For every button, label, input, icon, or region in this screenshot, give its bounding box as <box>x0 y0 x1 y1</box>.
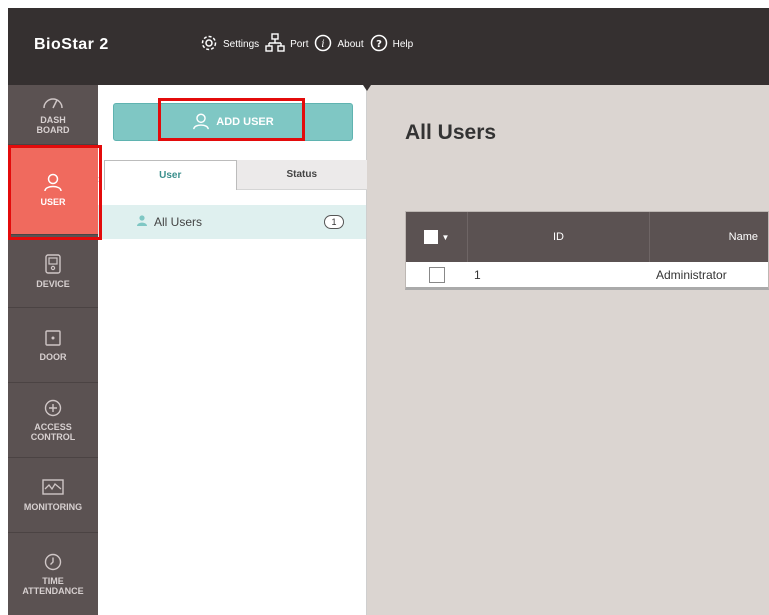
table-header: ▼ ID Name <box>406 212 768 262</box>
top-nav: Settings Port i About ? Help <box>200 33 419 56</box>
help-label: Help <box>392 39 414 50</box>
monitoring-icon <box>42 478 64 502</box>
info-icon: i <box>314 34 337 55</box>
tab-status[interactable]: Status <box>236 160 367 190</box>
nav-item-device[interactable]: DEVICE <box>8 235 98 308</box>
device-icon <box>45 253 61 279</box>
row-checkbox[interactable] <box>429 266 445 283</box>
select-dropdown-icon[interactable]: ▼ <box>442 233 450 242</box>
svg-text:i: i <box>322 39 325 50</box>
top-bar: BioStar 2 Settings Port i About ? Help <box>8 8 769 85</box>
select-all-header: ▼ <box>406 212 468 262</box>
help-link[interactable]: ? Help <box>370 34 414 55</box>
column-header-id[interactable]: ID <box>468 212 650 262</box>
tab-user[interactable]: User <box>104 160 237 190</box>
nav-label-door: DOOR <box>39 351 67 362</box>
nav-label-monitoring: MONITORING <box>23 501 83 512</box>
panel-notch <box>363 85 371 91</box>
help-icon: ? <box>370 34 393 55</box>
user-count-badge: 1 <box>324 215 344 229</box>
nav-label-dashboard: DASH BOARD <box>36 115 70 135</box>
user-panel: ADD USER › User Status All Users 1 <box>98 85 367 615</box>
nav-label-time-attendance: TIME ATTENDANCE <box>22 575 84 596</box>
settings-label: Settings <box>223 39 260 50</box>
about-link[interactable]: i About <box>314 34 364 55</box>
page-title: All Users <box>405 121 497 144</box>
nav-item-monitoring[interactable]: MONITORING <box>8 458 98 533</box>
left-nav: DASH BOARD USER DEVICE DOOR ACCESS CONTR… <box>8 85 98 615</box>
user-group-icon <box>98 213 154 231</box>
door-icon <box>44 329 62 352</box>
users-table: ▼ ID Name 1 Administrator <box>405 211 769 290</box>
cell-name: Administrator <box>656 267 727 282</box>
cell-id: 1 <box>474 267 481 282</box>
settings-link[interactable]: Settings <box>200 34 259 55</box>
select-all-checkbox[interactable] <box>423 230 438 244</box>
nav-item-time-attendance[interactable]: TIME ATTENDANCE <box>8 533 98 615</box>
user-group-all-users[interactable]: All Users 1 <box>98 205 366 239</box>
port-label: Port <box>290 39 309 50</box>
gear-icon <box>200 34 223 55</box>
nav-label-user: USER <box>40 197 66 207</box>
main-content: All Users ▼ ID Name 1 Administrator <box>367 85 769 615</box>
nav-label-access-control: ACCESS CONTROL <box>30 421 76 442</box>
clock-icon <box>44 553 62 576</box>
about-label: About <box>337 39 364 50</box>
add-user-button[interactable]: ADD USER <box>113 103 353 141</box>
network-icon <box>265 33 290 56</box>
nav-item-dashboard[interactable]: DASH BOARD <box>8 85 98 145</box>
app-logo[interactable]: BioStar 2 <box>34 36 109 54</box>
add-user-label: ADD USER <box>216 116 274 128</box>
nav-item-access-control[interactable]: ACCESS CONTROL <box>8 383 98 458</box>
user-group-label: All Users <box>154 215 203 229</box>
row-checkbox-cell <box>406 266 468 283</box>
speedometer-icon <box>42 94 64 115</box>
port-link[interactable]: Port <box>265 33 308 56</box>
access-control-icon <box>44 399 62 422</box>
svg-text:?: ? <box>376 39 382 50</box>
panel-tabs: User Status <box>104 160 367 190</box>
nav-label-device: DEVICE <box>36 278 70 289</box>
table-row[interactable]: 1 Administrator <box>406 262 768 287</box>
add-user-icon <box>192 112 216 133</box>
column-header-name[interactable]: Name <box>650 212 768 262</box>
nav-item-door[interactable]: DOOR <box>8 308 98 383</box>
nav-item-user[interactable]: USER <box>8 145 98 235</box>
user-icon <box>43 172 63 197</box>
